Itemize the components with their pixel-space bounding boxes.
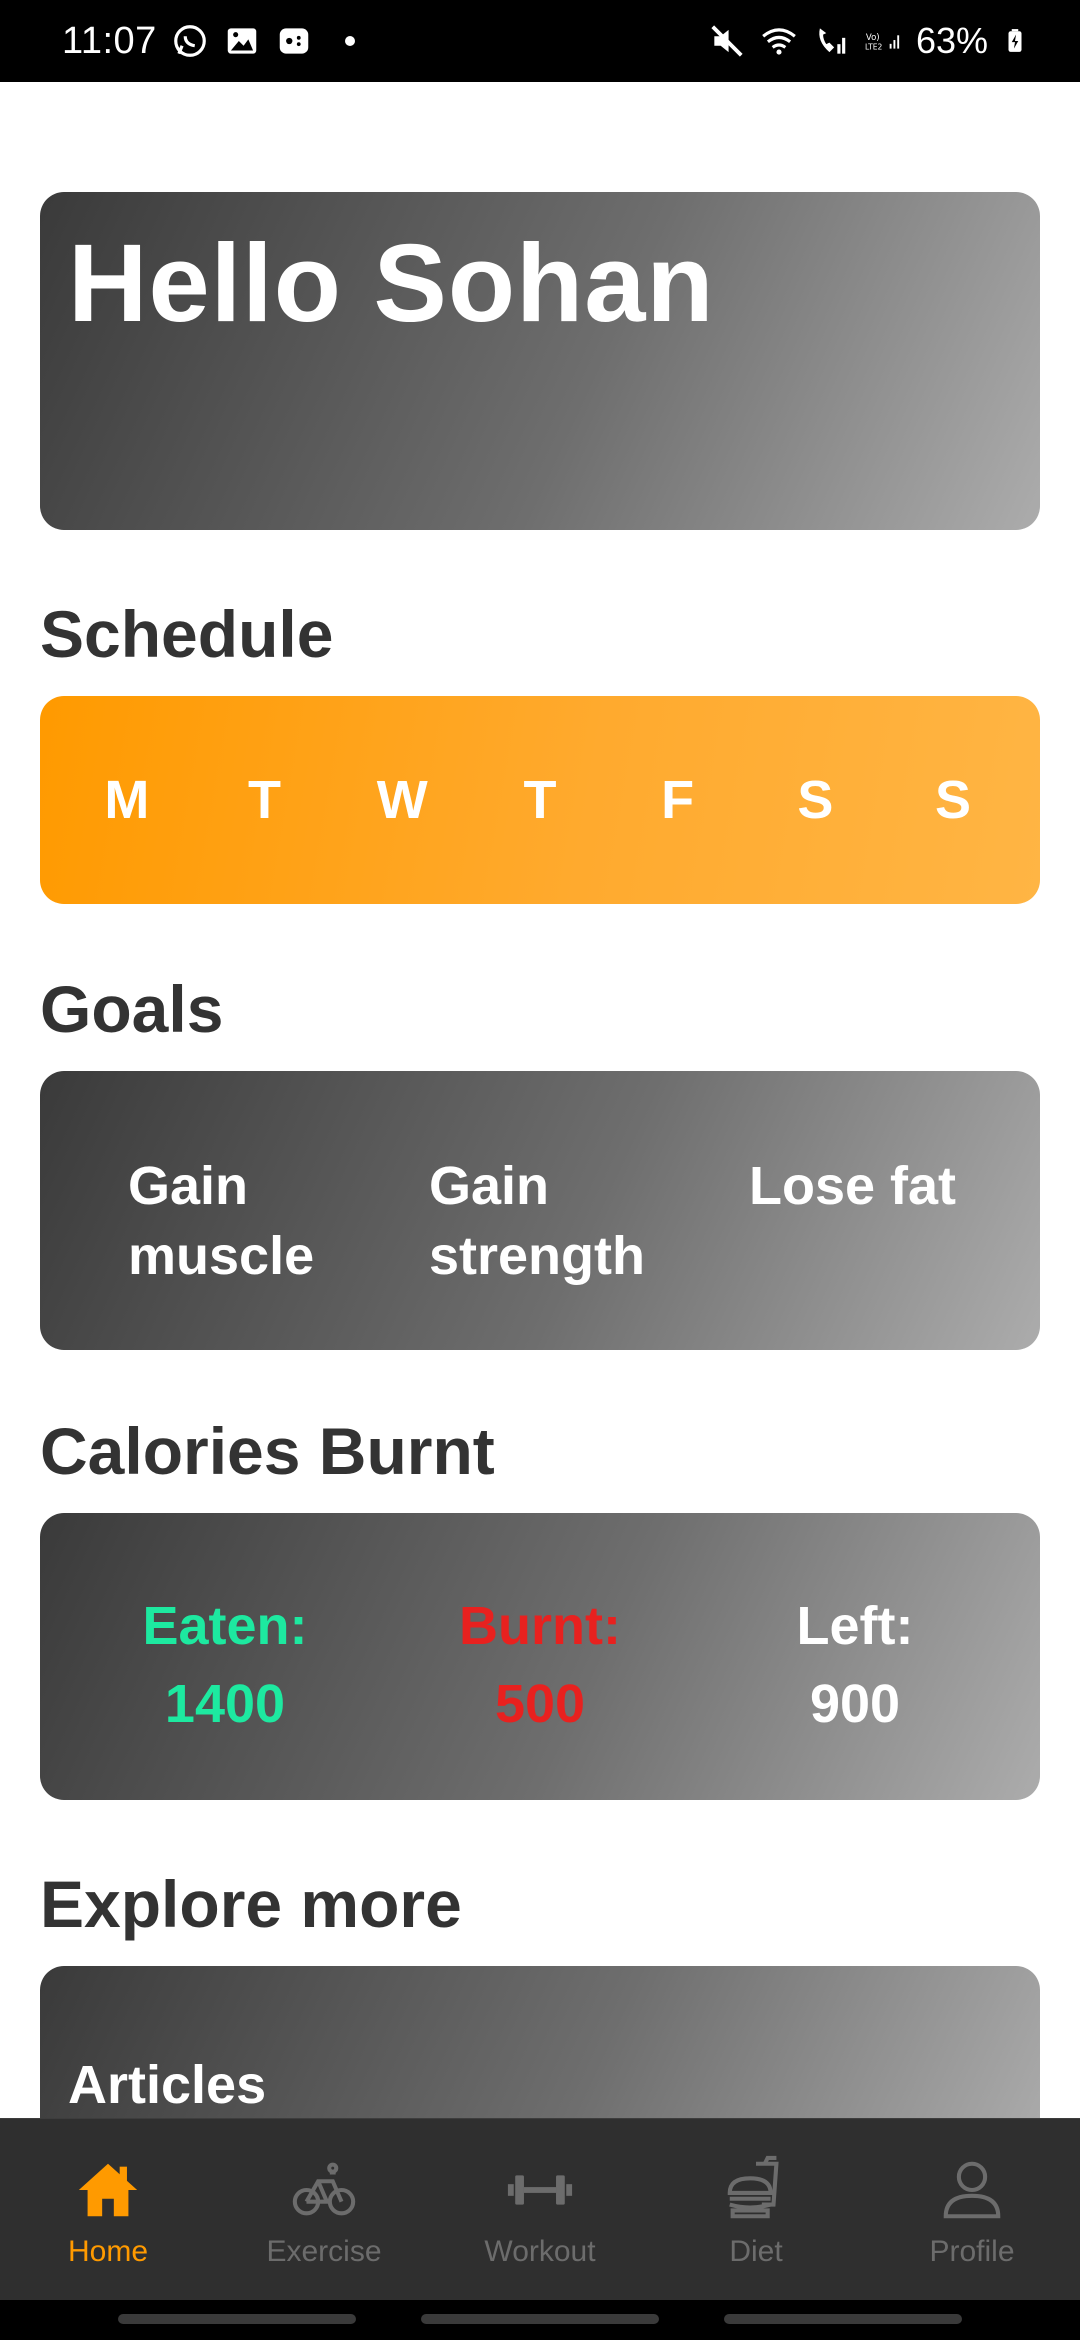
explore-title: Explore more <box>40 1867 462 1941</box>
nav-profile-label: Profile <box>929 2235 1015 2268</box>
goal-line: Gain <box>429 1156 550 1216</box>
schedule-card: M T W T F S S <box>40 696 1040 904</box>
articles-label: Articles <box>68 2055 267 2115</box>
schedule-title: Schedule <box>40 597 334 671</box>
dumbbell-icon <box>507 2175 573 2205</box>
goal-line: muscle <box>128 1226 315 1286</box>
calories-burnt: Burnt: 500 <box>390 1587 690 1743</box>
burnt-label: Burnt: <box>459 1596 621 1656</box>
goal-gain-strength[interactable]: Gain strength <box>429 1151 645 1291</box>
home-icon <box>78 2163 138 2217</box>
gesture-pill-right[interactable] <box>724 2314 962 2324</box>
calories-left: Left: 900 <box>705 1587 1005 1743</box>
nav-workout[interactable]: Workout <box>440 2155 640 2300</box>
day-monday[interactable]: M <box>82 769 172 831</box>
goal-line: Lose fat <box>749 1156 957 1216</box>
gesture-bar <box>0 2300 1080 2340</box>
gallery-icon <box>227 28 257 54</box>
left-value: 900 <box>809 1674 901 1734</box>
bicycle-icon <box>292 2162 356 2216</box>
nav-exercise-label: Exercise <box>266 2235 382 2268</box>
status-right: Vo) LTE2 63% <box>708 20 1028 62</box>
eaten-value: 1400 <box>164 1674 286 1734</box>
wifi-icon <box>762 28 796 55</box>
burnt-value: 500 <box>494 1674 586 1734</box>
svg-text:Vo): Vo) <box>866 33 880 43</box>
eaten-label: Eaten: <box>142 1596 308 1656</box>
wifi-call-icon <box>819 28 846 54</box>
day-sunday[interactable]: S <box>908 769 998 831</box>
greeting-card: Hello Sohan <box>40 192 1040 530</box>
day-friday[interactable]: F <box>633 769 723 831</box>
game-icon <box>279 28 309 54</box>
status-time: 11:07 <box>62 19 157 62</box>
status-left: 11:07 <box>62 20 355 63</box>
goals-card: Gain muscle Gain strength Lose fat <box>40 1071 1040 1350</box>
nav-workout-label: Workout <box>484 2235 596 2268</box>
calories-card: Eaten: 1400 Burnt: 500 Left: 900 <box>40 1513 1040 1800</box>
goal-gain-muscle[interactable]: Gain muscle <box>128 1151 314 1291</box>
nav-diet-label: Diet <box>729 2235 783 2268</box>
calories-title: Calories Burnt <box>40 1414 495 1488</box>
nav-home-label: Home <box>67 2235 149 2268</box>
battery-percent: 63% <box>915 20 988 61</box>
whatsapp-icon <box>173 25 206 57</box>
battery-charging-icon <box>1008 29 1022 52</box>
calories-eaten: Eaten: 1400 <box>75 1587 375 1743</box>
day-thursday[interactable]: T <box>495 769 585 831</box>
goal-lose-fat[interactable]: Lose fat <box>749 1151 956 1221</box>
bottom-nav: Home Exercise Workout Diet Profile <box>0 2118 1080 2300</box>
goal-line: Gain <box>128 1156 249 1216</box>
gesture-pill-center[interactable] <box>421 2314 659 2324</box>
notification-dot <box>344 36 355 46</box>
lte-signal-icon: Vo) LTE2 <box>865 33 900 52</box>
left-label: Left: <box>796 1596 914 1656</box>
goals-title: Goals <box>40 972 224 1046</box>
day-saturday[interactable]: S <box>770 769 860 831</box>
day-wednesday[interactable]: W <box>357 769 447 831</box>
goal-line: strength <box>429 1226 645 1286</box>
greeting-title: Hello Sohan <box>68 222 715 345</box>
gesture-pill-left[interactable] <box>118 2314 356 2324</box>
day-tuesday[interactable]: T <box>220 769 310 831</box>
nav-profile[interactable]: Profile <box>872 2155 1072 2300</box>
burger-drink-icon <box>727 2155 779 2219</box>
person-icon <box>943 2161 1001 2219</box>
mute-icon <box>711 25 743 57</box>
nav-exercise[interactable]: Exercise <box>224 2155 424 2300</box>
nav-diet[interactable]: Diet <box>656 2155 856 2300</box>
nav-home[interactable]: Home <box>8 2155 208 2300</box>
status-bar: 11:07 Vo) LTE2 63% <box>0 0 1080 82</box>
lte-label: LTE2 <box>865 43 883 52</box>
